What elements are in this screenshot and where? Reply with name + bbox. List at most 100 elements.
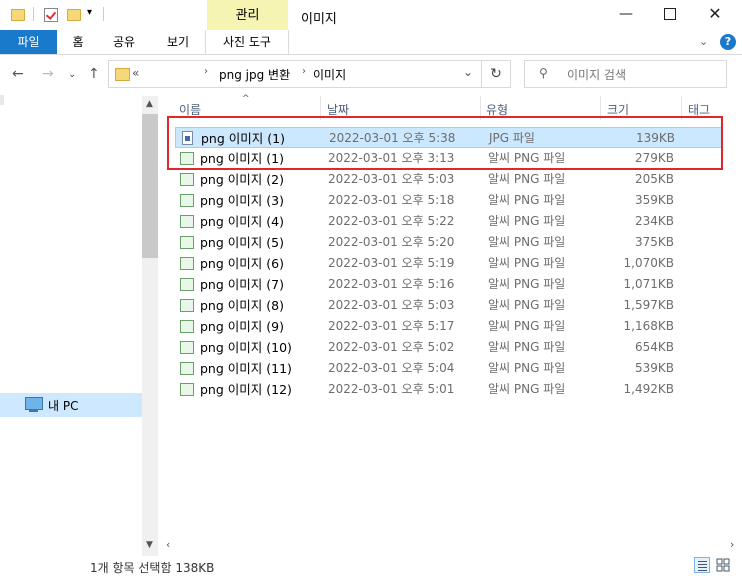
file-type: 알씨 PNG 파일 xyxy=(488,214,566,228)
file-date: 2022-03-01 오후 5:22 xyxy=(328,214,455,228)
computer-icon-stand xyxy=(29,410,38,412)
horizontal-scrollbar[interactable]: ‹ › xyxy=(160,537,742,554)
file-name: png 이미지 (10) xyxy=(200,340,292,355)
breadcrumb-item[interactable]: png jpg 변환 xyxy=(219,66,290,83)
file-size: 1,071KB xyxy=(623,277,674,291)
back-icon[interactable]: ← xyxy=(12,66,24,82)
file-name: png 이미지 (11) xyxy=(200,361,292,376)
refresh-button[interactable]: ↻ xyxy=(482,60,511,88)
expand-ribbon-icon[interactable]: ⌄ xyxy=(699,35,708,48)
file-type: 알씨 PNG 파일 xyxy=(488,361,566,375)
table-row[interactable]: png 이미지 (10) 2022-03-01 오후 5:02 알씨 PNG 파일 6… xyxy=(175,337,723,358)
file-size: 375KB xyxy=(634,235,674,249)
customize-quick-access-icon[interactable]: ▾ xyxy=(87,7,92,18)
file-date: 2022-03-01 오후 5:18 xyxy=(328,193,455,207)
breadcrumb-item[interactable]: 이미지 xyxy=(313,66,346,83)
file-name: png 이미지 (4) xyxy=(200,214,284,229)
scroll-down-icon[interactable]: ▼ xyxy=(146,540,153,550)
png-file-icon xyxy=(180,341,194,354)
folder-icon xyxy=(115,68,130,81)
recent-locations-icon[interactable]: ⌄ xyxy=(68,69,76,80)
file-size: 359KB xyxy=(634,193,674,207)
tab-picture-tools[interactable]: 사진 도구 xyxy=(205,30,289,54)
navigation-scroll-thumb[interactable] xyxy=(142,114,158,258)
search-icon: ⚲ xyxy=(539,66,548,80)
file-size: 1,168KB xyxy=(623,319,674,333)
properties-icon[interactable] xyxy=(44,8,58,22)
close-icon[interactable]: ✕ xyxy=(706,4,724,23)
maximize-icon[interactable] xyxy=(661,5,679,23)
refresh-icon: ↻ xyxy=(490,66,502,82)
file-size: 234KB xyxy=(634,214,674,228)
details-view-button[interactable] xyxy=(694,557,710,573)
status-text: 1개 항목 선택함 138KB xyxy=(90,561,215,575)
table-row[interactable]: png 이미지 (6) 2022-03-01 오후 5:19 알씨 PNG 파일 1,… xyxy=(175,253,723,274)
file-name: png 이미지 (5) xyxy=(200,235,284,250)
file-size: 1,492KB xyxy=(623,382,674,396)
navigation-pane xyxy=(0,95,160,555)
scroll-right-icon[interactable]: › xyxy=(730,538,734,551)
file-size: 654KB xyxy=(634,340,674,354)
up-icon[interactable]: ↑ xyxy=(88,66,100,82)
file-type: 알씨 PNG 파일 xyxy=(488,340,566,354)
file-date: 2022-03-01 오후 5:02 xyxy=(328,340,455,354)
file-name: png 이미지 (3) xyxy=(200,193,284,208)
file-date: 2022-03-01 오후 5:19 xyxy=(328,256,455,270)
scroll-up-icon[interactable]: ▲ xyxy=(146,99,153,109)
table-row[interactable]: png 이미지 (4) 2022-03-01 오후 5:22 알씨 PNG 파일 23… xyxy=(175,211,723,232)
forward-icon[interactable]: → xyxy=(42,66,54,82)
table-row[interactable]: png 이미지 (5) 2022-03-01 오후 5:20 알씨 PNG 파일 37… xyxy=(175,232,723,253)
png-file-icon xyxy=(180,215,194,228)
file-name: png 이미지 (6) xyxy=(200,256,284,271)
tab-home[interactable]: 홈 xyxy=(62,30,94,54)
folder-icon[interactable] xyxy=(11,9,25,21)
manage-context-tab[interactable]: 관리 xyxy=(207,0,288,30)
table-row[interactable]: png 이미지 (8) 2022-03-01 오후 5:03 알씨 PNG 파일 1,… xyxy=(175,295,723,316)
tab-file[interactable]: 파일 xyxy=(0,30,57,54)
nav-item-label: 내 PC xyxy=(48,399,79,413)
table-row[interactable]: png 이미지 (12) 2022-03-01 오후 5:01 알씨 PNG 파일 1… xyxy=(175,379,723,400)
png-file-icon xyxy=(180,383,194,396)
file-date: 2022-03-01 오후 5:04 xyxy=(328,361,455,375)
new-folder-icon[interactable] xyxy=(67,9,81,21)
file-date: 2022-03-01 오후 5:20 xyxy=(328,235,455,249)
table-row[interactable]: png 이미지 (11) 2022-03-01 오후 5:04 알씨 PNG 파일 5… xyxy=(175,358,723,379)
png-file-icon xyxy=(180,278,194,291)
file-size: 205KB xyxy=(634,172,674,186)
png-file-icon xyxy=(180,320,194,333)
nav-item-my-pc[interactable]: 내 PC xyxy=(0,393,142,417)
table-row[interactable]: png 이미지 (3) 2022-03-01 오후 5:18 알씨 PNG 파일 35… xyxy=(175,190,723,211)
scroll-left-icon[interactable]: ‹ xyxy=(166,538,170,551)
tab-view[interactable]: 보기 xyxy=(152,30,204,54)
large-icons-view-button[interactable] xyxy=(715,557,731,573)
tab-share[interactable]: 공유 xyxy=(104,30,144,54)
help-icon[interactable]: ? xyxy=(720,34,736,50)
address-bar[interactable]: « › png jpg 변환 › 이미지 ⌄ xyxy=(108,60,482,88)
png-file-icon xyxy=(180,194,194,207)
file-name: png 이미지 (2) xyxy=(200,172,284,187)
file-date: 2022-03-01 오후 5:17 xyxy=(328,319,455,333)
table-row[interactable]: png 이미지 (9) 2022-03-01 오후 5:17 알씨 PNG 파일 1,… xyxy=(175,316,723,337)
minimize-icon[interactable]: — xyxy=(617,6,635,24)
png-file-icon xyxy=(180,257,194,270)
file-size: 1,070KB xyxy=(623,256,674,270)
file-type: 알씨 PNG 파일 xyxy=(488,256,566,270)
chevron-down-icon[interactable]: ⌄ xyxy=(463,65,473,79)
table-row[interactable]: png 이미지 (7) 2022-03-01 오후 5:16 알씨 PNG 파일 1,… xyxy=(175,274,723,295)
png-file-icon xyxy=(180,362,194,375)
separator xyxy=(103,7,104,21)
file-type: 알씨 PNG 파일 xyxy=(488,298,566,312)
annotation-highlight-box xyxy=(167,116,723,170)
png-file-icon xyxy=(180,173,194,186)
file-type: 알씨 PNG 파일 xyxy=(488,319,566,333)
file-date: 2022-03-01 오후 5:03 xyxy=(328,172,455,186)
table-row[interactable]: png 이미지 (2) 2022-03-01 오후 5:03 알씨 PNG 파일 20… xyxy=(175,169,723,190)
window-title: 이미지 xyxy=(301,12,337,27)
search-box[interactable]: ⚲ 이미지 검색 xyxy=(524,60,727,88)
pane-edge xyxy=(0,95,4,105)
breadcrumb-overflow[interactable]: « xyxy=(132,66,139,80)
chevron-right-icon: › xyxy=(204,66,208,77)
file-name: png 이미지 (8) xyxy=(200,298,284,313)
file-name: png 이미지 (7) xyxy=(200,277,284,292)
file-type: 알씨 PNG 파일 xyxy=(488,235,566,249)
